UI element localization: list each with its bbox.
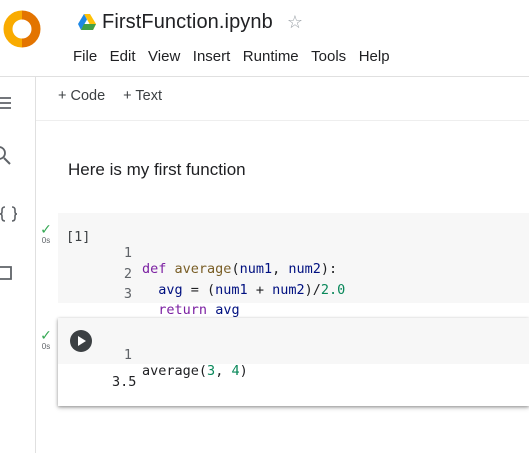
execution-time: 0s (41, 236, 51, 245)
code-snippets-icon[interactable] (0, 204, 20, 224)
menu-icon[interactable] (0, 93, 20, 113)
code-editor[interactable]: 1 def average(num1, num2): 2 avg = (num1… (58, 229, 345, 318)
header-divider (0, 76, 529, 77)
colab-logo[interactable] (0, 6, 52, 52)
code-token: avg (215, 302, 240, 318)
code-line: 1 average(3, 4) (58, 331, 248, 395)
files-icon[interactable] (0, 263, 20, 283)
menu-tools[interactable]: Tools (311, 48, 346, 65)
google-drive-icon (78, 14, 96, 30)
menu-bar: File Edit View Insert Runtime Tools Help (73, 48, 390, 65)
cell-output: 3.5 (112, 374, 137, 390)
code-cell-1[interactable]: [1] 1 def average(num1, num2): 2 avg = (… (58, 213, 529, 318)
sidebar-divider (35, 77, 36, 453)
execution-time: 0s (41, 342, 51, 351)
code-token: average (142, 363, 199, 379)
code-token: num2 (288, 261, 321, 277)
search-icon[interactable] (0, 146, 20, 166)
text-cell[interactable]: Here is my first function (68, 160, 246, 180)
code-token: )/ (304, 281, 321, 298)
line-number: 3 (123, 286, 132, 302)
code-line: 2 avg = (num1 + num2)/2.0 (58, 250, 345, 298)
notebook-title[interactable]: FirstFunction.ipynb (102, 11, 273, 34)
code-token: average (174, 261, 232, 277)
code-token: 4 (231, 363, 240, 379)
success-check-icon: ✓ (40, 327, 52, 343)
menu-help[interactable]: Help (359, 48, 390, 65)
line-number: 1 (123, 347, 132, 363)
code-line: 1 def average(num1, num2): (58, 229, 337, 277)
success-check-icon: ✓ (40, 221, 52, 237)
code-token: num1 (215, 281, 248, 298)
code-token: return (158, 302, 208, 318)
star-icon[interactable]: ☆ (287, 13, 303, 31)
code-token: 3 (207, 363, 216, 379)
menu-insert[interactable]: Insert (193, 48, 231, 65)
menu-runtime[interactable]: Runtime (243, 48, 299, 65)
menu-view[interactable]: View (148, 48, 180, 65)
add-code-button[interactable]: + Code (58, 88, 105, 104)
add-text-button[interactable]: + Text (123, 88, 162, 104)
code-token: = ( (182, 281, 216, 298)
code-token: ): (320, 261, 338, 277)
code-token: 2.0 (320, 281, 346, 298)
code-token: , (215, 363, 232, 379)
code-token: ( (231, 261, 240, 277)
code-line: 3 return avg (58, 270, 240, 318)
menu-file[interactable]: File (73, 48, 97, 65)
line-number: 1 (123, 245, 132, 261)
code-token: num2 (272, 281, 305, 298)
cell-1-status: ✓ 0s (38, 222, 54, 245)
toolbar-divider (36, 120, 529, 121)
code-editor[interactable]: 1 average(3, 4) (58, 318, 529, 379)
cell-2-status: ✓ 0s (38, 328, 54, 351)
code-token: + (247, 281, 273, 298)
code-token: def (142, 261, 167, 277)
line-number: 2 (123, 265, 132, 282)
code-token: , (272, 261, 289, 277)
code-token: num1 (239, 261, 273, 277)
code-token: avg (158, 281, 183, 298)
code-token: ( (198, 363, 208, 379)
code-cell-2[interactable]: 1 average(3, 4) 3.5 (58, 318, 529, 406)
menu-edit[interactable]: Edit (110, 48, 136, 65)
cell-toolbar: + Code + Text (58, 88, 180, 104)
code-token: ) (239, 363, 248, 379)
